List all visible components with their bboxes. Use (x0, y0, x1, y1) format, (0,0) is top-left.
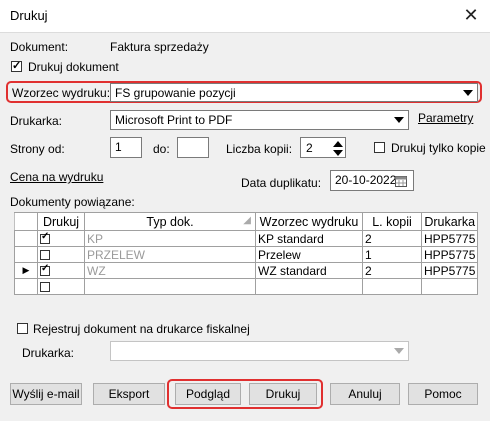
price-on-print-link[interactable]: Cena na wydruku (10, 170, 103, 184)
row-indicator (14, 278, 38, 295)
row-print-checkbox[interactable] (40, 231, 50, 245)
column-header-type-label: Typ dok. (146, 214, 194, 229)
document-label: Dokument: (10, 40, 69, 54)
print-button[interactable]: Drukuj (249, 383, 317, 405)
row-print-cell[interactable] (37, 230, 85, 247)
row-copies[interactable]: 2 (362, 230, 422, 247)
printer-label: Drukarka: (10, 114, 63, 128)
template-label: Wzorzec wydruku: (12, 86, 111, 100)
pages-to-label: do: (153, 142, 170, 156)
title-bar: Drukuj ✕ (0, 0, 490, 32)
row-template[interactable]: WZ standard (255, 262, 363, 279)
printer-select-value: Microsoft Print to PDF (115, 113, 233, 127)
row-indicator (14, 246, 38, 263)
copies-only-checkbox[interactable] (374, 142, 385, 153)
row-type (84, 278, 256, 295)
preview-button[interactable]: Podgląd (175, 383, 241, 405)
column-header-print[interactable]: Drukuj (37, 212, 85, 231)
calendar-icon[interactable] (395, 175, 407, 187)
print-document-label: Drukuj dokument (28, 60, 119, 74)
row-print-checkbox[interactable] (40, 250, 50, 261)
pages-from-label: Strony od: (10, 142, 65, 156)
close-icon[interactable]: ✕ (457, 4, 485, 26)
row-type: WZ (84, 262, 256, 279)
row-template[interactable] (255, 278, 363, 295)
template-select[interactable]: FS grupowanie pozycji (110, 83, 478, 102)
copies-value: 2 (306, 141, 313, 155)
row-printer[interactable]: HPP5775 (420, 246, 479, 263)
table-row[interactable] (14, 278, 479, 295)
row-print-checkbox[interactable] (40, 282, 50, 293)
fiscal-printer-select (110, 341, 409, 361)
send-email-button[interactable]: Wyślij e-mail (10, 383, 82, 405)
column-header-type[interactable]: Typ dok. ◢ (84, 212, 256, 231)
document-value: Faktura sprzedaży (110, 40, 209, 54)
table-row[interactable]: ▶ WZ WZ standard 2 HPP5775 (14, 262, 479, 279)
row-print-checkbox[interactable] (40, 263, 50, 277)
row-print-cell[interactable] (37, 246, 85, 263)
cancel-button[interactable]: Anuluj (330, 383, 400, 405)
copies-only-label: Drukuj tylko kopie (391, 141, 486, 155)
table-header: Drukuj Typ dok. ◢ Wzorzec wydruku L. kop… (14, 212, 479, 231)
help-button[interactable]: Pomoc (408, 383, 478, 405)
row-copies[interactable]: 2 (362, 262, 422, 279)
chevron-down-icon (463, 90, 473, 96)
printer-select[interactable]: Microsoft Print to PDF (110, 110, 409, 130)
row-print-cell[interactable] (37, 262, 85, 279)
row-type: KP (84, 230, 256, 247)
row-type: PRZELEW (84, 246, 256, 263)
parameters-link[interactable]: Parametry (418, 111, 473, 125)
chevron-down-icon (394, 117, 404, 123)
pages-from-value: 1 (115, 140, 122, 154)
row-copies[interactable]: 1 (362, 246, 422, 263)
related-documents-table: Drukuj Typ dok. ◢ Wzorzec wydruku L. kop… (14, 212, 479, 295)
current-row-arrow-icon: ▶ (14, 262, 38, 279)
column-header-printer[interactable]: Drukarka (420, 212, 479, 231)
duplicate-date-value: 20-10-2022 (335, 173, 397, 187)
column-header-copies[interactable]: L. kopii (362, 212, 422, 231)
row-printer[interactable]: HPP5775 (420, 230, 479, 247)
row-template[interactable]: Przelew (255, 246, 363, 263)
row-copies[interactable] (362, 278, 422, 295)
row-print-cell[interactable] (37, 278, 85, 295)
fiscal-register-checkbox[interactable] (17, 323, 28, 334)
table-row[interactable]: KP KP standard 2 HPP5775 (14, 230, 479, 247)
related-documents-label: Dokumenty powiązane: (10, 195, 135, 209)
pages-from-input[interactable]: 1 (110, 137, 142, 158)
row-indicator-header (14, 212, 38, 231)
row-template[interactable]: KP standard (255, 230, 363, 247)
row-indicator (14, 230, 38, 247)
fiscal-register-label: Rejestruj dokument na drukarce fiskalnej (33, 322, 250, 336)
print-document-checkbox[interactable] (11, 59, 22, 72)
duplicate-date-field[interactable]: 20-10-2022 (330, 170, 414, 191)
row-printer[interactable]: HPP5775 (420, 262, 479, 279)
window-title: Drukuj (10, 8, 48, 23)
column-header-template[interactable]: Wzorzec wydruku (255, 212, 363, 231)
copies-stepper[interactable]: 2 (300, 137, 346, 158)
chevron-down-icon (394, 348, 404, 354)
fiscal-printer-label: Drukarka: (22, 346, 75, 360)
sort-icon: ◢ (243, 215, 251, 226)
table-row[interactable]: PRZELEW Przelew 1 HPP5775 (14, 246, 479, 263)
row-printer[interactable] (420, 278, 479, 295)
spin-down-icon[interactable] (333, 150, 343, 156)
pages-to-input[interactable] (177, 137, 209, 158)
template-select-value: FS grupowanie pozycji (115, 86, 236, 100)
export-button[interactable]: Eksport (93, 383, 165, 405)
spin-up-icon[interactable] (333, 141, 343, 147)
duplicate-date-label: Data duplikatu: (241, 176, 322, 190)
copies-label: Liczba kopii: (226, 142, 293, 156)
